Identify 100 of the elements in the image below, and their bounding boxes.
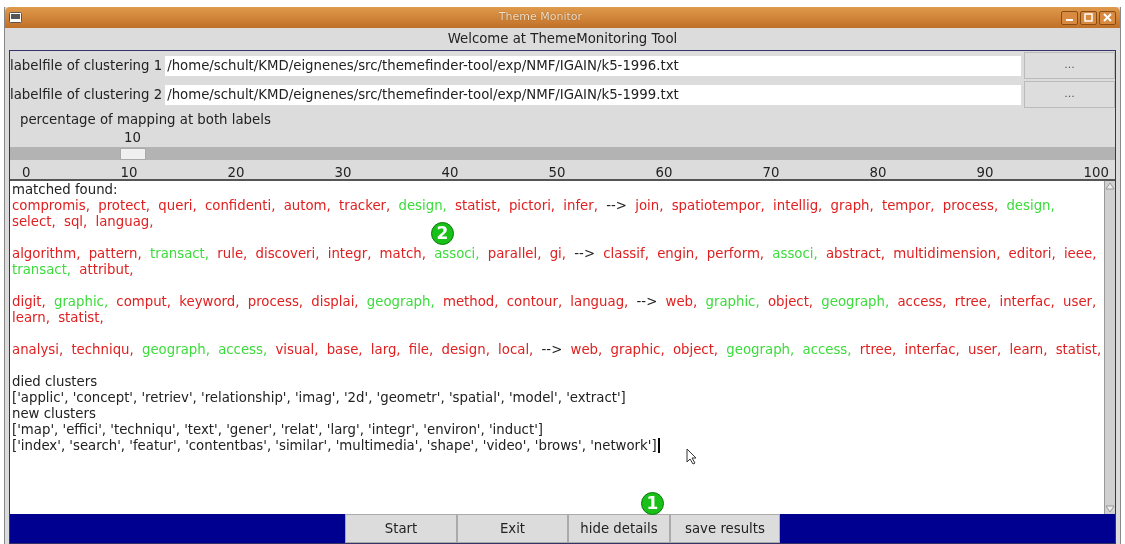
arrow-text: --> [574,246,596,261]
window-title: Theme Monitor [497,9,584,26]
tick-label: 60 [655,164,673,179]
tick-label: 20 [227,164,245,179]
term: intellig, [773,198,823,213]
action-button[interactable]: Exit [457,514,568,543]
action-button[interactable]: Start [345,514,457,543]
slider-track[interactable] [10,147,1115,160]
term: comput, [116,294,172,309]
term: techniqu, [71,342,134,357]
term: process, [247,294,304,309]
maximize-button[interactable] [1080,10,1097,25]
arrow-text: --> [636,294,658,309]
term: join, [635,198,664,213]
term: multidimension, [893,246,1001,261]
output-line: ['map', 'effici', 'techniqu', 'text', 'gener', 'relat', 'larg', 'integr', 'environ', 'induct'] [12,422,543,437]
file-path-field[interactable]: /home/schult/KMD/eignenes/src/themefinder-tool/exp/NMF/IGAIN/k5-1999.txt [165,84,1021,105]
term: web, [665,294,698,309]
term: statist, [1055,342,1102,357]
tick-label: 90 [976,164,994,179]
scroll-up-button[interactable] [1105,181,1115,191]
term: design, [441,342,490,357]
tick-label: 80 [869,164,887,179]
tick-label: 70 [762,164,780,179]
minimize-button[interactable] [1061,10,1078,25]
app-icon [9,12,22,23]
maximize-icon [1084,13,1093,22]
term: graphic, [53,294,109,309]
term: design, [1006,198,1055,213]
term: geograph, [821,294,890,309]
term: graphic, [705,294,760,309]
term: base, [326,342,363,357]
term: languag, [570,294,629,309]
output-line: ['applic', 'concept', 'retriev', 'relationship', 'imag', '2d', 'geometr', 'spatial', 'model', 'extract'] [12,390,626,405]
tick-label: 0 [22,164,31,179]
field-label: labelfile of clustering 2 [10,85,163,104]
term: learn, [12,310,50,325]
term: tracker, [339,198,391,213]
slider-value: 10 [124,129,141,147]
term: confidenti, [205,198,276,213]
header-text: Welcome at ThemeMonitoring Tool [446,30,679,48]
term: sql, [63,214,88,229]
term: infer, [563,198,598,213]
term: geograph, [366,294,435,309]
term: compromis, [12,198,90,213]
term: larg, [370,342,401,357]
term: object, [672,342,719,357]
term: process, [942,198,999,213]
slider-label: percentage of mapping at both labels [19,111,272,129]
term: tempor, [881,198,935,213]
arrow-text: --> [541,342,563,357]
text-cursor [657,438,660,453]
term: engin, [657,246,699,261]
term: rtree, [954,294,992,309]
tick-label: 40 [441,164,459,179]
term: statist, [58,310,104,325]
action-button[interactable]: save results [670,514,780,543]
term: statist, [455,198,501,213]
output-line: new clusters [12,406,96,421]
term: graph, [830,198,874,213]
scrollbar[interactable] [1104,181,1115,514]
term: perform, [706,246,765,261]
term: user, [968,342,1002,357]
field-label: labelfile of clustering 1 [10,56,163,75]
mouse-pointer-icon [685,447,698,465]
term: discoveri, [255,246,320,261]
term: geograph, [726,342,795,357]
slider-thumb[interactable] [119,148,146,160]
arrow-text: --> [606,198,627,213]
term: associ, [772,246,818,261]
output-line: ['index', 'search', 'featur', 'contentbas', 'similar', 'multimedia', 'shape', 'video', 'brows', 'network'] [12,438,657,453]
term: classif, [603,246,649,261]
term: access, [802,342,852,357]
term: access, [897,294,947,309]
term: languag, [95,214,154,229]
term: transact, [149,246,210,261]
term: user, [1063,294,1097,309]
term: file, [408,342,434,357]
term: algorithm, [12,246,81,261]
term: digit, [12,294,46,309]
tick-label: 10 [120,164,138,179]
term: integr, [327,246,372,261]
browse-button[interactable]: ... [1024,81,1115,108]
browse-button[interactable]: ... [1024,52,1115,79]
term: visual, [275,342,319,357]
term: select, [12,214,56,229]
term: match, [379,246,426,261]
term: ieee, [1063,246,1097,261]
term: abstract, [825,246,886,261]
term: analysi, [12,342,64,357]
file-path-field[interactable]: /home/schult/KMD/eignenes/src/themefinder-tool/exp/NMF/IGAIN/k5-1996.txt [165,55,1021,76]
close-button[interactable] [1099,10,1116,25]
term: pattern, [88,246,142,261]
term: access, [218,342,268,357]
output-line: died clusters [12,374,98,389]
term: interfac, [999,294,1055,309]
term: interfac, [904,342,960,357]
term: web, [570,342,603,357]
term: method, [442,294,499,309]
action-button[interactable]: hide details [568,514,670,543]
